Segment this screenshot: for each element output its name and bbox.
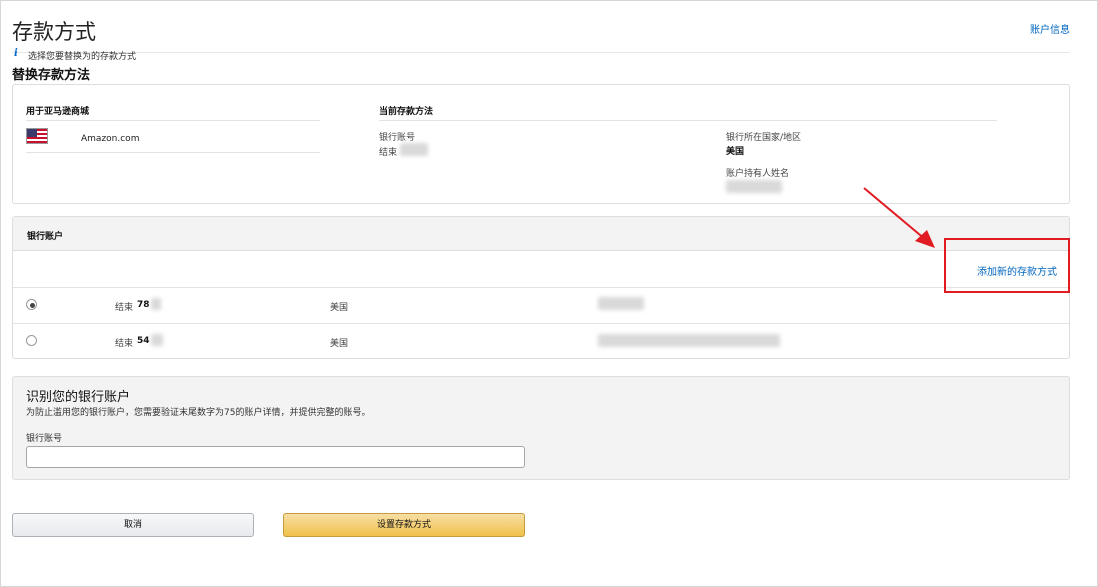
page-title: 存款方式 bbox=[12, 20, 96, 44]
account-radio-1[interactable] bbox=[26, 299, 37, 310]
divider bbox=[26, 152, 320, 153]
holder-label: 账户持有人姓名 bbox=[726, 169, 790, 179]
info-text: 选择您要替换为的存款方式 bbox=[28, 52, 137, 62]
row-2-ending-label: 结束 bbox=[115, 339, 134, 349]
bank-accounts-header: 银行账户 bbox=[27, 232, 64, 242]
bank-account-number-input[interactable] bbox=[26, 446, 525, 468]
us-flag-icon bbox=[26, 128, 48, 144]
set-deposit-method-button[interactable]: 设置存款方式 bbox=[283, 513, 525, 537]
bank-account-label: 银行账号 bbox=[379, 133, 416, 143]
redacted-digits bbox=[151, 298, 161, 310]
ending-label: 结束 bbox=[379, 148, 398, 158]
bank-country-value: 美国 bbox=[726, 147, 745, 157]
row-1-country: 美国 bbox=[330, 303, 349, 313]
redacted-holder-name bbox=[598, 334, 780, 347]
current-method-header: 当前存款方法 bbox=[379, 107, 434, 117]
row-2-country: 美国 bbox=[330, 339, 349, 349]
divider bbox=[13, 323, 1069, 324]
redacted-holder-name bbox=[598, 297, 644, 310]
divider bbox=[13, 287, 1069, 288]
divider bbox=[26, 120, 320, 121]
section-title: 替换存款方法 bbox=[12, 68, 91, 83]
account-radio-2[interactable] bbox=[26, 335, 37, 346]
bank-country-label: 银行所在国家/地区 bbox=[726, 133, 802, 143]
info-icon: i bbox=[14, 48, 18, 59]
cancel-button[interactable]: 取消 bbox=[12, 513, 254, 537]
annotation-arrow-icon bbox=[863, 187, 935, 248]
verify-title: 识别您的银行账户 bbox=[26, 390, 131, 405]
redacted-digits bbox=[151, 334, 163, 346]
redacted-digits bbox=[400, 143, 428, 156]
row-2-ending-digits: 54 bbox=[137, 336, 150, 346]
verify-description: 为防止滥用您的银行账户，您需要验证末尾数字为75的账户详情，并提供完整的账号。 bbox=[26, 408, 371, 418]
row-1-ending-label: 结束 bbox=[115, 303, 134, 313]
redacted-holder-name bbox=[726, 180, 782, 193]
row-1-ending-digits: 78 bbox=[137, 300, 150, 310]
marketplace-header: 用于亚马逊商城 bbox=[26, 107, 90, 117]
bank-account-number-label: 银行账号 bbox=[26, 434, 63, 444]
account-info-link[interactable]: 账户信息 bbox=[1030, 21, 1070, 36]
marketplace-name: Amazon.com bbox=[81, 134, 140, 144]
annotation-highlight-box bbox=[944, 238, 1070, 293]
divider bbox=[379, 120, 997, 121]
divider bbox=[12, 52, 1070, 53]
